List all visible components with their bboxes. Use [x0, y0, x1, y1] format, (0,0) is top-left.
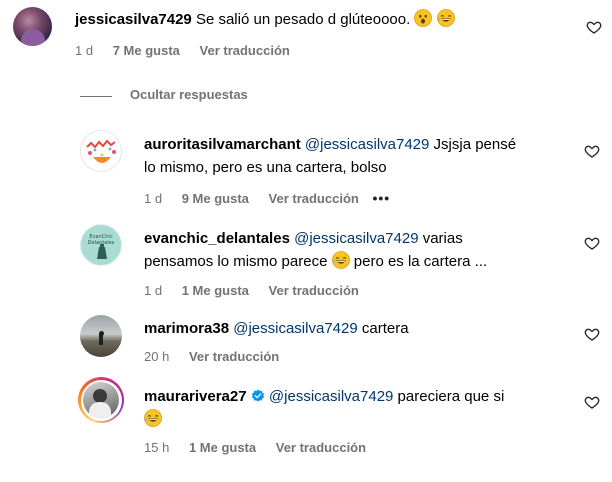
avatar-marimora38[interactable]: [80, 315, 122, 357]
reply-text: pareciera que si: [397, 388, 505, 405]
avatar-evanchic_delantales[interactable]: EvanChic Delantales: [80, 224, 122, 266]
replies-divider: [80, 96, 112, 97]
heart-outline-icon[interactable]: [584, 394, 600, 410]
reply-text: varias: [422, 230, 463, 247]
mention-link[interactable]: @jessicasilva7429: [233, 320, 357, 337]
username-marimora38[interactable]: marimora38: [144, 320, 229, 337]
reply-meta-3: 20 h Ver traducción: [144, 349, 279, 364]
username-jessicasilva7429[interactable]: jessicasilva7429: [75, 11, 192, 28]
grin-sweat-emoji-icon: [144, 409, 162, 427]
reply-body-4: maurarivera27 @jessicasilva7429 parecier…: [144, 385, 584, 431]
avatar-jessicasilva7429[interactable]: [13, 7, 52, 46]
reply-text: Jsjsja pensé: [433, 136, 517, 153]
mention-link[interactable]: @jessicasilva7429: [294, 230, 418, 247]
reply-body-3: marimora38 @jessicasilva7429 cartera: [144, 317, 409, 340]
astonished-emoji-icon: [414, 9, 432, 27]
hide-replies-button[interactable]: Ocultar respuestas: [130, 87, 248, 102]
grin-sweat-emoji-icon: [332, 251, 350, 269]
avatar-maurarivera27-story-ring[interactable]: [78, 377, 124, 423]
reply-text-line2-end: pero es la cartera ...: [353, 253, 488, 270]
reply-body-1: auroritasilvamarchant @jessicasilva7429 …: [144, 133, 589, 179]
reply-text: cartera: [361, 320, 409, 337]
timestamp: 20 h: [144, 349, 170, 364]
reply-text-line2: pensamos lo mismo parece: [144, 253, 328, 270]
heart-outline-icon[interactable]: [584, 235, 600, 251]
reply-meta-4: 15 h 1 Me gusta Ver traducción: [144, 440, 366, 455]
more-options-icon[interactable]: •••: [372, 190, 390, 206]
likes-count[interactable]: 1 Me gusta: [182, 283, 249, 298]
timestamp: 15 h: [144, 440, 170, 455]
username-maurarivera27[interactable]: maurarivera27: [144, 388, 247, 405]
avatar-auroritasilvamarchant[interactable]: [80, 130, 122, 172]
mention-link[interactable]: @jessicasilva7429: [305, 136, 429, 153]
username-auroritasilvamarchant[interactable]: auroritasilvamarchant: [144, 136, 301, 153]
reply-text-line2: lo mismo, pero es una cartera, bolso: [144, 159, 387, 176]
username-evanchic_delantales[interactable]: evanchic_delantales: [144, 230, 290, 247]
mention-link[interactable]: @jessicasilva7429: [269, 388, 393, 405]
translate-link[interactable]: Ver traducción: [269, 283, 359, 298]
timestamp: 1 d: [75, 43, 94, 58]
grin-sweat-emoji-icon: [437, 9, 455, 27]
translate-link[interactable]: Ver traducción: [189, 349, 279, 364]
heart-outline-icon[interactable]: [584, 143, 600, 159]
likes-count[interactable]: 7 Me gusta: [113, 43, 180, 58]
timestamp: 1 d: [144, 283, 163, 298]
comment-text: Se salió un pesado d glúteoooo.: [195, 11, 411, 28]
translate-link[interactable]: Ver traducción: [276, 440, 366, 455]
likes-count[interactable]: 9 Me gusta: [182, 191, 249, 206]
top-comment-meta: 1 d 7 Me gusta Ver traducción: [75, 43, 290, 58]
reply-meta-1: 1 d 9 Me gusta Ver traducción •••: [144, 190, 390, 206]
reply-meta-2: 1 d 1 Me gusta Ver traducción: [144, 283, 359, 298]
verified-badge-icon: [251, 389, 264, 402]
translate-link[interactable]: Ver traducción: [200, 43, 290, 58]
heart-outline-icon[interactable]: [586, 19, 602, 35]
translate-link[interactable]: Ver traducción: [269, 191, 359, 206]
likes-count[interactable]: 1 Me gusta: [189, 440, 256, 455]
reply-body-2: evanchic_delantales @jessicasilva7429 va…: [144, 227, 589, 273]
top-comment-body: jessicasilva7429 Se salió un pesado d gl…: [75, 8, 455, 31]
timestamp: 1 d: [144, 191, 163, 206]
heart-outline-icon[interactable]: [584, 326, 600, 342]
